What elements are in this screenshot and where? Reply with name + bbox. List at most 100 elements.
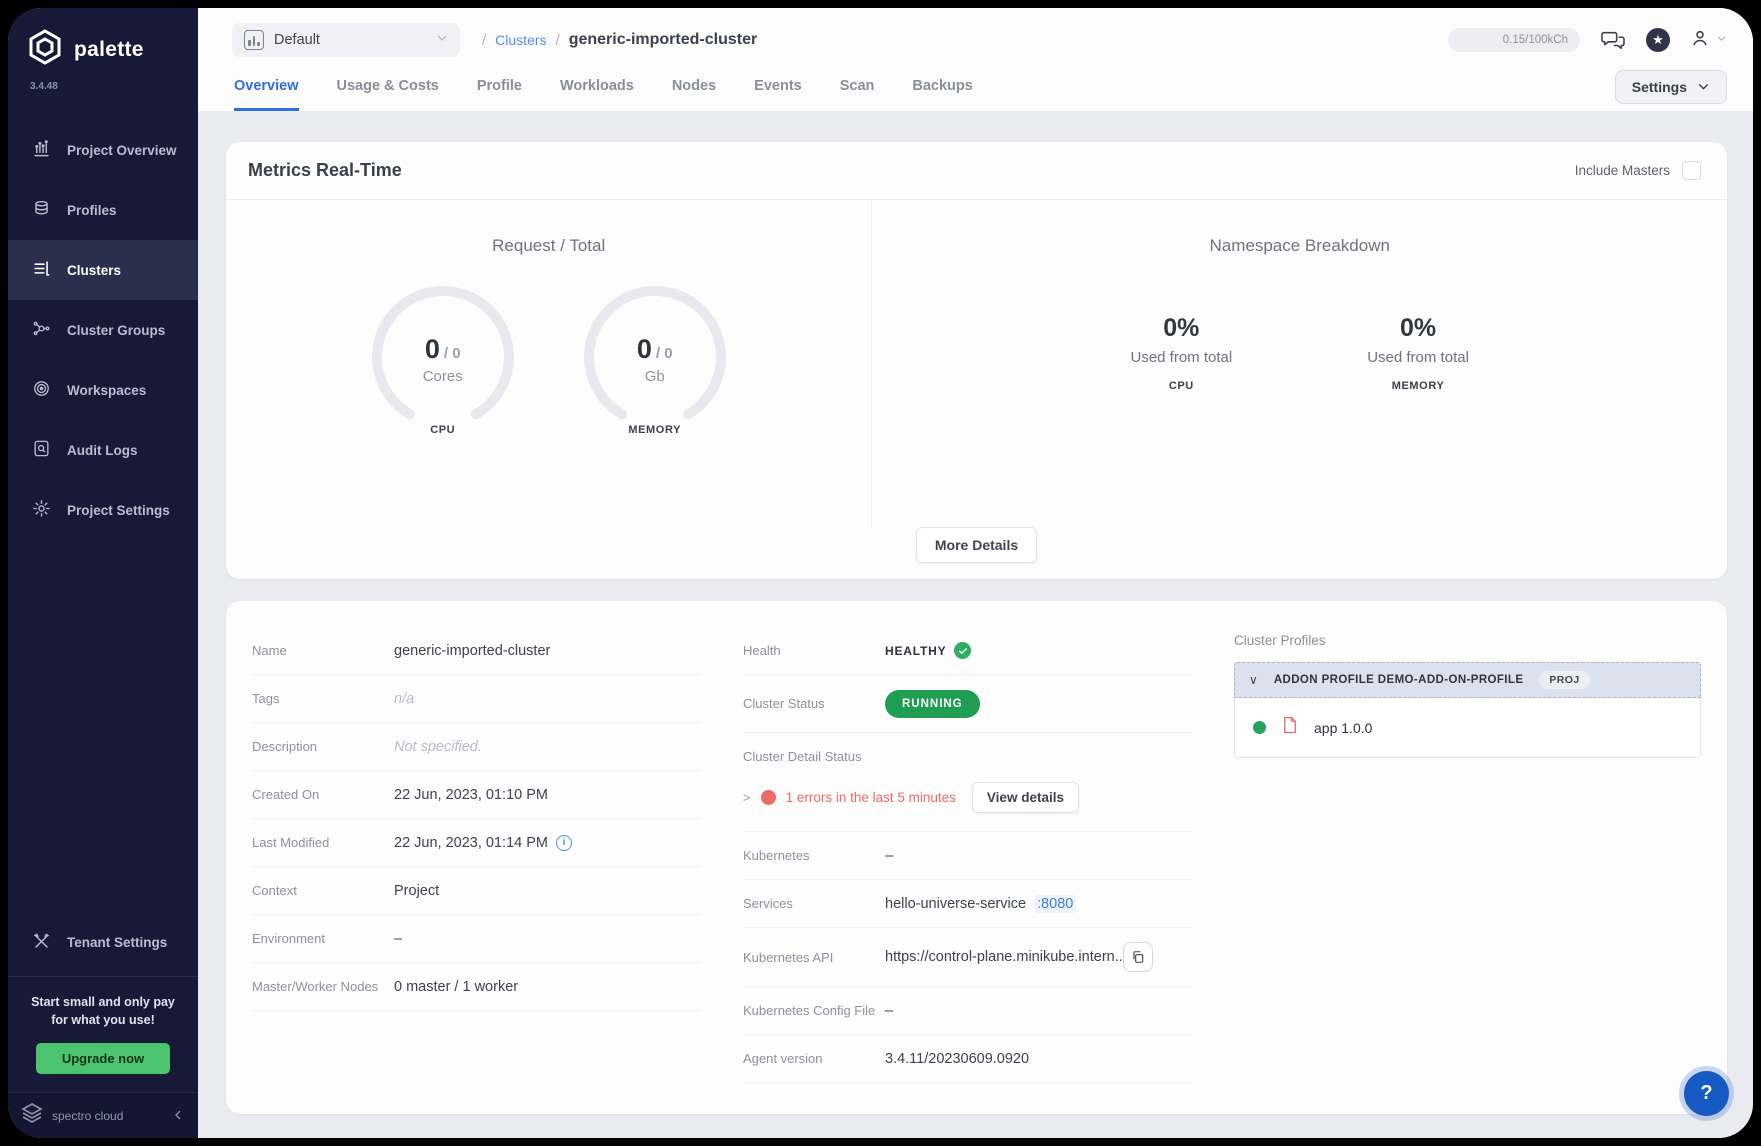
topbar: Default / Clusters / generic-imported-cl…	[198, 8, 1753, 62]
include-masters-checkbox[interactable]	[1682, 161, 1701, 180]
detail-row-services: Services hello-universe-service :8080	[743, 880, 1192, 928]
cpu-gauge-total: / 0	[444, 345, 461, 362]
namespace-breakdown-section: Namespace Breakdown 0% Used from total C…	[871, 200, 1727, 527]
breadcrumb-separator: /	[556, 32, 560, 49]
namespace-cpu-percent: 0%	[1130, 314, 1232, 343]
detail-label: Name	[252, 643, 394, 658]
detail-label: Last Modified	[252, 835, 394, 850]
detail-row-nodes: Master/Worker Nodes 0 master / 1 worker	[252, 963, 701, 1011]
cluster-details-card: Name generic-imported-cluster Tags n/a D…	[226, 601, 1727, 1114]
tab-nodes[interactable]: Nodes	[672, 62, 716, 111]
sidebar-item-profiles[interactable]: Profiles	[8, 180, 198, 240]
detail-value: 3.4.11/20230609.0920	[885, 1051, 1029, 1067]
bar-chart-icon	[32, 139, 51, 161]
tab-scan[interactable]: Scan	[840, 62, 875, 111]
upsell-line1: Start small and only pay	[18, 993, 188, 1011]
pack-status-dot	[1253, 721, 1266, 734]
detail-row-tags: Tags n/a	[252, 675, 701, 723]
star-notifications-icon[interactable]: ★	[1646, 28, 1670, 52]
main-area: Default / Clusters / generic-imported-cl…	[198, 8, 1753, 1138]
namespace-cpu-type: CPU	[1130, 380, 1232, 392]
palette-logo-icon	[26, 28, 64, 71]
namespace-memory-stat: 0% Used from total MEMORY	[1367, 314, 1469, 392]
api-url: https://control-plane.minikube.intern...	[885, 949, 1123, 965]
tab-events[interactable]: Events	[754, 62, 802, 111]
gear-icon	[32, 499, 51, 521]
sidebar-nav: Project Overview Profiles Clusters Clust…	[8, 120, 198, 540]
page-content: Metrics Real-Time Include Masters Reques…	[198, 112, 1753, 1138]
cluster-status-column: Health HEALTHY Cluster Status RUNNING Cl…	[743, 627, 1192, 1083]
sidebar-item-project-overview[interactable]: Project Overview	[8, 120, 198, 180]
spectro-cloud-logo-icon	[20, 1102, 44, 1129]
settings-button-label: Settings	[1632, 79, 1687, 95]
cpu-gauge-value: 0	[425, 334, 440, 364]
brand-block: palette 3.4.48	[8, 8, 198, 92]
sidebar-item-cluster-groups[interactable]: Cluster Groups	[8, 300, 198, 360]
chevron-down-icon	[436, 31, 448, 49]
metrics-title: Metrics Real-Time	[248, 160, 402, 181]
request-total-section: Request / Total 0/ 0 Cores CPU	[226, 200, 871, 527]
more-details-button[interactable]: More Details	[916, 527, 1037, 563]
detail-label: Tags	[252, 691, 394, 706]
collapse-sidebar-icon[interactable]	[172, 1108, 184, 1124]
detail-label: Master/Worker Nodes	[252, 979, 394, 994]
copy-icon[interactable]	[1123, 942, 1153, 972]
upsell-line2: for what you use!	[18, 1011, 188, 1029]
chat-icon[interactable]	[1600, 29, 1626, 51]
service-port-link[interactable]: :8080	[1034, 895, 1076, 913]
tab-backups[interactable]: Backups	[912, 62, 972, 111]
sidebar-item-label: Tenant Settings	[67, 935, 167, 950]
cluster-profile-box: ∨ ADDON PROFILE DEMO-ADD-ON-PROFILE PROJ…	[1234, 662, 1701, 758]
sidebar-item-tenant-settings[interactable]: Tenant Settings	[8, 913, 198, 976]
tabs: Overview Usage & Costs Profile Workloads…	[234, 62, 1615, 111]
sidebar-item-clusters[interactable]: Clusters	[8, 240, 198, 300]
detail-value: n/a	[394, 691, 414, 707]
namespace-memory-type: MEMORY	[1367, 380, 1469, 392]
project-selector-value: Default	[274, 32, 426, 48]
project-selector[interactable]: Default	[232, 23, 460, 57]
sidebar-item-project-settings[interactable]: Project Settings	[8, 480, 198, 540]
detail-row-name: Name generic-imported-cluster	[252, 627, 701, 675]
sidebar-item-audit-logs[interactable]: Audit Logs	[8, 420, 198, 480]
expand-errors-icon[interactable]: >	[743, 790, 751, 805]
tab-overview[interactable]: Overview	[234, 62, 299, 111]
error-message: 1 errors in the last 5 minutes	[786, 790, 956, 805]
topbar-actions: 0.15/100kCh ★	[1448, 28, 1727, 53]
tab-workloads[interactable]: Workloads	[560, 62, 634, 111]
settings-dropdown-button[interactable]: Settings	[1615, 70, 1727, 104]
chevron-down-icon	[1716, 31, 1727, 49]
profile-pack-row[interactable]: app 1.0.0	[1234, 698, 1701, 758]
profile-header-label: ADDON PROFILE DEMO-ADD-ON-PROFILE	[1274, 674, 1524, 686]
pack-document-icon	[1282, 716, 1298, 739]
detail-row-agent-version: Agent version 3.4.11/20230609.0920	[743, 1035, 1192, 1083]
tab-profile[interactable]: Profile	[477, 62, 522, 111]
cluster-detail-status-block: Cluster Detail Status > 1 errors in the …	[743, 733, 1192, 832]
detail-row-config-file: Kubernetes Config File –	[743, 987, 1192, 1035]
profile-header-row[interactable]: ∨ ADDON PROFILE DEMO-ADD-ON-PROFILE PROJ	[1234, 662, 1701, 698]
sidebar-item-label: Project Settings	[67, 503, 170, 518]
tab-usage-costs[interactable]: Usage & Costs	[337, 62, 439, 111]
detail-label: Services	[743, 896, 885, 911]
breadcrumb-link-clusters[interactable]: Clusters	[495, 32, 546, 48]
brand-name: palette	[74, 38, 144, 62]
upgrade-now-button[interactable]: Upgrade now	[36, 1043, 170, 1074]
user-menu[interactable]	[1690, 28, 1727, 53]
view-details-button[interactable]: View details	[972, 782, 1079, 813]
running-status-badge: RUNNING	[885, 690, 980, 718]
detail-value: –	[394, 931, 402, 947]
detail-label: Kubernetes	[743, 848, 885, 863]
detail-label: Cluster Status	[743, 696, 885, 711]
upsell-panel: Start small and only pay for what you us…	[8, 976, 198, 1092]
detail-row-environment: Environment –	[252, 915, 701, 963]
detail-value: –	[885, 1003, 893, 1019]
breadcrumb: / Clusters / generic-imported-cluster	[482, 31, 1448, 49]
sidebar-item-workspaces[interactable]: Workspaces	[8, 360, 198, 420]
detail-row-last-modified: Last Modified 22 Jun, 2023, 01:14 PM i	[252, 819, 701, 867]
detail-value: 22 Jun, 2023, 01:10 PM	[394, 787, 548, 803]
help-button[interactable]: ?	[1684, 1071, 1729, 1116]
sidebar-item-label: Clusters	[67, 263, 121, 278]
sidebar-footer: spectro cloud	[8, 1092, 198, 1138]
info-icon[interactable]: i	[556, 835, 572, 851]
usage-credits-badge[interactable]: 0.15/100kCh	[1448, 28, 1580, 52]
metrics-realtime-card: Metrics Real-Time Include Masters Reques…	[226, 142, 1727, 579]
